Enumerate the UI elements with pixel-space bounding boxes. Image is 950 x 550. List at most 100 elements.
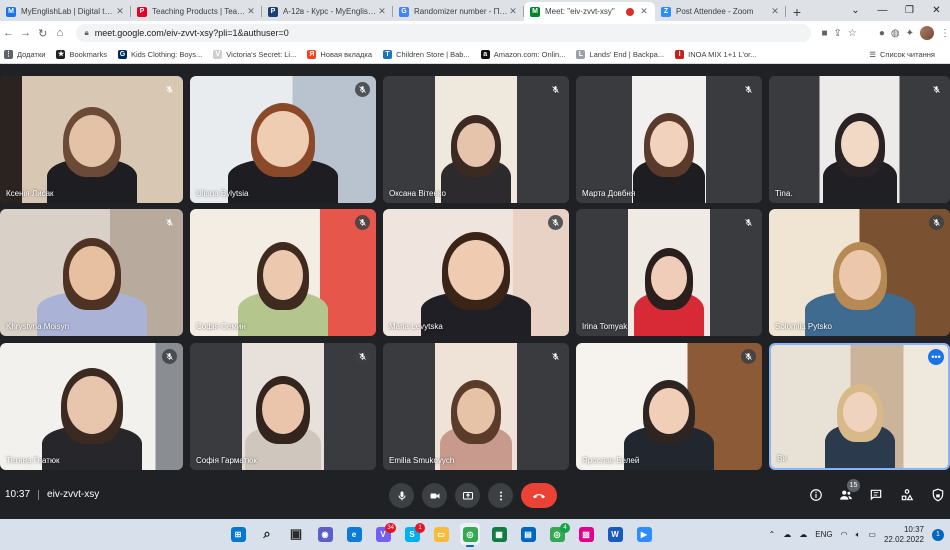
home-icon[interactable]: ⌂: [51, 27, 68, 39]
reading-list-button[interactable]: ☰ Список читання: [869, 45, 935, 64]
puzzle-icon[interactable]: ✦: [906, 28, 914, 39]
taskbar-app-button[interactable]: ▦: [489, 523, 509, 545]
reload-icon[interactable]: ↻: [34, 27, 51, 40]
host-controls-button[interactable]: [928, 485, 948, 505]
tab-close-icon[interactable]: ✕: [639, 6, 649, 17]
participant-tile[interactable]: Solomiia Pytsko: [769, 209, 950, 336]
mic-muted-icon: [355, 82, 370, 97]
info-icon: [810, 489, 822, 501]
taskbar-app-button[interactable]: W: [605, 523, 625, 545]
tab-close-icon[interactable]: ✕: [115, 6, 125, 17]
search-icon: ⌕: [263, 526, 271, 541]
clock-date: 22.02.2022: [883, 534, 924, 544]
onedrive-icon[interactable]: ☁︎: [799, 530, 807, 539]
taskbar-app-button[interactable]: ◎: [460, 523, 480, 547]
activities-button[interactable]: [897, 485, 917, 505]
zoom-icon: Z: [661, 6, 671, 17]
bookmark-item[interactable]: G Kids Clothing: Boys...: [117, 49, 202, 59]
present-screen-button[interactable]: [455, 483, 480, 508]
more-options-button[interactable]: [488, 483, 513, 508]
landsend-icon: L: [576, 49, 586, 59]
participant-tile[interactable]: Ксенія Лисак: [0, 76, 183, 203]
share-icon[interactable]: ⇪: [833, 28, 841, 39]
notification-icon[interactable]: 1: [932, 528, 944, 541]
browser-tab[interactable]: P Teaching Products | Teach | ✕: [131, 2, 262, 21]
tab-close-icon[interactable]: ✕: [508, 6, 518, 17]
taskbar-app-button[interactable]: ◎ 4: [547, 523, 570, 545]
extension-icon[interactable]: ●: [879, 28, 885, 39]
chevron-down-icon[interactable]: ⌄: [842, 0, 869, 21]
taskbar-app-button[interactable]: ▤: [518, 523, 538, 545]
taskbar-app-button[interactable]: ⊞: [228, 523, 248, 545]
system-clock[interactable]: 10:37 22.02.2022: [884, 525, 924, 545]
participant-name: Irina Tomyak: [582, 322, 628, 331]
participant-tile[interactable]: Софія Гарматюк: [190, 343, 376, 470]
browser-tab[interactable]: Z Post Attendee - Zoom ✕: [655, 2, 786, 21]
participant-tile[interactable]: Khrystyna Moisyn: [0, 209, 183, 336]
self-video-tile[interactable]: Ви •••: [769, 343, 950, 470]
new-tab-button[interactable]: +: [786, 2, 808, 21]
camera-button[interactable]: [422, 483, 447, 508]
address-bar[interactable]: 🔒︎ meet.google.com/eiv-zvvt-xsy?pli=1&au…: [76, 24, 812, 42]
tab-close-icon[interactable]: ✕: [377, 6, 387, 17]
people-button[interactable]: 15: [836, 479, 860, 505]
tab-close-icon[interactable]: ✕: [246, 6, 256, 17]
bookmark-star-icon[interactable]: ☆: [848, 28, 857, 39]
participant-tile[interactable]: Tina.: [769, 76, 950, 203]
browser-tab[interactable]: P А-12в - Курс - MyEnglishLab ✕: [262, 2, 393, 21]
language-indicator[interactable]: ENG: [815, 530, 832, 539]
more-vert-icon: [499, 491, 502, 500]
participant-tile[interactable]: Uliana Bylytsia: [190, 76, 376, 203]
bookmark-item[interactable]: L Lands' End | Backpa...: [576, 49, 664, 59]
profile-avatar[interactable]: [920, 26, 935, 40]
browser-tab[interactable]: G Randomizer number - Пошук ✕: [393, 2, 524, 21]
volume-icon[interactable]: 🔈︎: [856, 530, 861, 540]
bookmark-item[interactable]: ⋮ Додатки: [4, 49, 45, 59]
participant-tile[interactable]: Ярослав Белей: [576, 343, 762, 470]
microphone-button[interactable]: [389, 483, 414, 508]
taskbar-app-button[interactable]: e: [344, 523, 364, 545]
taskbar-app-button[interactable]: S1: [402, 523, 425, 545]
taskbar-app-button[interactable]: ⌕: [257, 523, 277, 545]
participant-tile[interactable]: Maria Levytska: [383, 209, 569, 336]
end-call-button[interactable]: [521, 483, 557, 508]
taskbar-app-button[interactable]: V 34: [373, 523, 396, 545]
weather-icon[interactable]: ☁: [783, 530, 791, 539]
bookmark-item[interactable]: a Amazon.com: Onlin...: [480, 49, 565, 59]
taskbar-app-button[interactable]: ◉: [315, 523, 335, 545]
battery-icon[interactable]: ▭: [868, 530, 876, 539]
camera-indicator-icon[interactable]: ■: [821, 28, 827, 39]
minimize-icon[interactable]: —: [869, 0, 896, 21]
chat-button[interactable]: [866, 485, 886, 505]
participant-tile[interactable]: Марта Довбня: [576, 76, 762, 203]
participant-tile[interactable]: Emilia Smukovych: [383, 343, 569, 470]
participant-figure: [634, 244, 704, 336]
tab-close-icon[interactable]: ✕: [770, 6, 780, 17]
bookmark-item[interactable]: V Victoria's Secret: Li...: [213, 49, 296, 59]
pearson-icon: P: [268, 6, 278, 17]
menu-dots-icon[interactable]: ⋮: [940, 28, 950, 39]
browser-tab[interactable]: M MyEnglishLab | Digital tools ✕: [0, 2, 131, 21]
participant-tile[interactable]: Тетяна Гнатюк: [0, 343, 183, 470]
taskbar-app-button[interactable]: ▧: [576, 523, 596, 545]
chevron-up-icon[interactable]: ⌃: [769, 530, 776, 539]
participant-tile[interactable]: Оксана Вітенко: [383, 76, 569, 203]
browser-tab[interactable]: M Meet: "eiv-zvvt-xsy" ✕: [524, 2, 655, 21]
participant-tile[interactable]: Софія Семин: [190, 209, 376, 336]
back-icon[interactable]: ←: [0, 27, 17, 39]
wifi-icon[interactable]: ◠: [841, 530, 848, 539]
taskbar-app-button[interactable]: ▣: [286, 523, 306, 545]
tile-options-icon[interactable]: •••: [928, 349, 944, 365]
meeting-info-button[interactable]: [806, 485, 826, 505]
close-icon[interactable]: ✕: [923, 0, 950, 21]
google-extension-icon[interactable]: ◍: [891, 28, 900, 39]
taskbar-app-button[interactable]: ▶: [634, 523, 654, 545]
bookmark-item[interactable]: ★ Bookmarks: [56, 49, 107, 59]
bookmark-item[interactable]: T Children Store | Bab...: [383, 49, 470, 59]
participant-tile[interactable]: Irina Tomyak: [576, 209, 762, 336]
bookmark-item[interactable]: Я Новая вкладка: [307, 49, 372, 59]
taskbar-app-button[interactable]: ▭: [431, 523, 451, 545]
bookmark-item[interactable]: I INOA MIX 1+1 L'or...: [675, 49, 756, 59]
restore-icon[interactable]: ❐: [896, 0, 923, 21]
forward-icon[interactable]: →: [17, 27, 34, 39]
